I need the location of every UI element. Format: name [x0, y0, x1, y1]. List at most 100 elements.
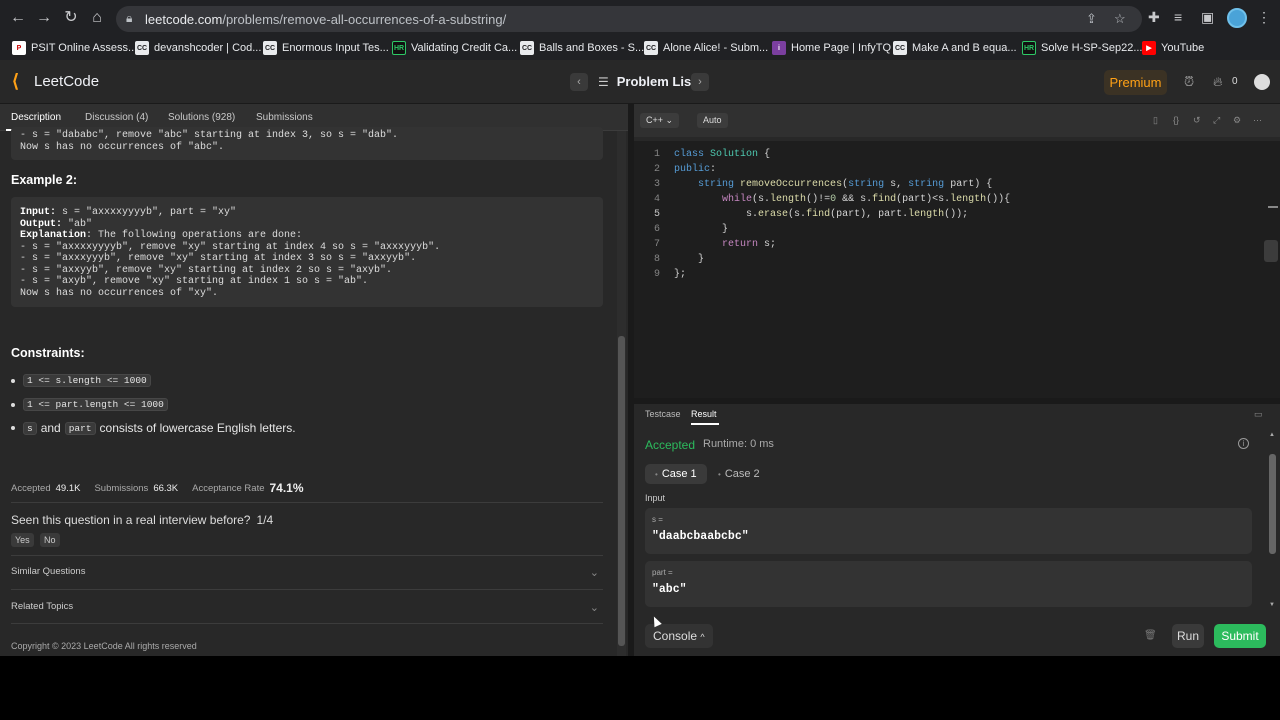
autocomplete-mode[interactable]: Auto [697, 113, 728, 128]
yes-button[interactable]: Yes [11, 533, 34, 547]
result-status: Accepted [645, 438, 696, 452]
tab-submissions[interactable]: Submissions [256, 112, 313, 123]
case-1-tab[interactable]: • Case 1 [645, 464, 707, 484]
tab-testcase[interactable]: Testcase [645, 409, 681, 419]
user-avatar[interactable] [1254, 74, 1270, 90]
fullscreen-icon[interactable]: ⤢ [1213, 115, 1220, 126]
description-scrollbar[interactable] [617, 131, 626, 656]
star-icon[interactable]: ☆ [1114, 11, 1126, 27]
extensions-icon[interactable]: ✚ [1148, 9, 1160, 26]
streak-fire-icon[interactable]: 🔥︎ [1213, 74, 1223, 90]
lock-icon: 🔒︎ [126, 11, 133, 25]
tab-description[interactable]: Description [11, 112, 61, 123]
alarm-clock-icon[interactable]: ⏰︎ [1184, 74, 1194, 90]
similar-questions-accordion[interactable]: Similar Questions ⌄ [11, 566, 603, 582]
bookmark-item[interactable]: CC Enormous Input Tes... [263, 39, 389, 57]
code-line: 7 return s; [653, 239, 777, 250]
screen: ← → ↻ ⌂ 🔒︎ leetcode.com/problems/remove-… [0, 0, 1280, 720]
bookmark-item[interactable]: ▶ YouTube [1142, 39, 1204, 57]
kebab-menu-icon[interactable]: ⋮ [1257, 9, 1271, 26]
divider [11, 555, 603, 556]
problem-list-button[interactable]: ☰ Problem List [598, 74, 696, 89]
bullet [11, 378, 15, 383]
code-line: 2 public: [653, 164, 717, 175]
bookmark-item[interactable]: CC Alone Alice! - Subm... [644, 39, 768, 57]
yt-favicon-icon: ▶ [1142, 41, 1156, 55]
trash-icon[interactable]: 🗑︎ [1144, 630, 1157, 641]
run-button[interactable]: Run [1172, 624, 1204, 648]
scrollbar-thumb[interactable] [618, 336, 625, 646]
explanation-value: : The following operations are done: [86, 230, 303, 241]
cc-favicon-icon: CC [893, 41, 907, 55]
tab-discussion[interactable]: Discussion (4) [85, 112, 148, 123]
chevron-down-icon: ⌄ [589, 567, 599, 579]
language-select[interactable]: C++ ⌄ [640, 113, 680, 128]
constraint-item: 1 <= part.length <= 1000 [11, 398, 168, 411]
settings-icon[interactable]: ⚙ [1233, 115, 1241, 126]
submissions-count: 66.3K [153, 482, 179, 494]
prev-problem-button[interactable]: ‹ [570, 73, 588, 91]
cc-favicon-icon: CC [644, 41, 658, 55]
input-var-part: part = "abc" [645, 561, 1252, 607]
code-line: 8 } [653, 254, 705, 265]
scrollbar-thumb[interactable] [1269, 454, 1276, 554]
more-icon[interactable]: ⋯ [1253, 115, 1262, 126]
description-panel: Description Discussion (4) Solutions (92… [0, 104, 628, 656]
editor-side-handle[interactable] [1264, 240, 1278, 262]
address-bar[interactable]: 🔒︎ leetcode.com/problems/remove-all-occu… [116, 6, 1142, 32]
bookmark-label: Make A and B equa... [912, 42, 1017, 54]
forward-arrow-icon[interactable]: → [34, 8, 54, 28]
code-editor[interactable]: 1 class Solution { 2 public: 3 string remo… [634, 141, 1280, 398]
browser-nav-row: ← → ↻ ⌂ 🔒︎ leetcode.com/problems/remove-… [0, 0, 1280, 37]
scroll-up-icon[interactable]: ▲ [1269, 432, 1275, 438]
related-topics-accordion[interactable]: Related Topics ⌄ [11, 601, 603, 617]
tab-result[interactable]: Result [691, 409, 717, 419]
next-problem-button[interactable]: › [691, 73, 709, 91]
bookmark-icon[interactable]: ▯ [1153, 115, 1158, 126]
back-arrow-icon[interactable]: ← [8, 8, 28, 28]
example2-block: Input: s = "axxxxyyyyb", part = "xy" Outp… [11, 197, 603, 307]
braces-icon[interactable]: {} [1173, 115, 1179, 125]
profile-avatar[interactable] [1227, 8, 1247, 28]
example1-output-block: - s = "dababc", remove "abc" starting at… [11, 127, 603, 160]
share-icon[interactable]: ⇪ [1086, 11, 1097, 27]
tab-solutions[interactable]: Solutions (928) [168, 112, 235, 123]
console-panel: Testcase Result ▭ Accepted Runtime: 0 ms… [634, 404, 1280, 656]
console-scrollbar[interactable]: ▲ ▼ [1267, 428, 1278, 613]
bookmark-label: Validating Credit Ca... [411, 42, 518, 54]
hr-favicon-icon: HR [1022, 41, 1036, 55]
side-panel-icon[interactable]: ▣ [1201, 9, 1214, 26]
bookmark-item[interactable]: CC Balls and Boxes - S... [520, 39, 644, 57]
editor-toolbar: C++ ⌄ Auto ▯ {} ↺ ⤢ ⚙ ⋯ [634, 104, 1280, 137]
reset-icon[interactable]: ↺ [1193, 115, 1201, 126]
bookmark-item[interactable]: CC Make A and B equa... [893, 39, 1017, 57]
case-2-tab[interactable]: • Case 2 [708, 464, 770, 484]
bookmark-item[interactable]: P PSIT Online Assess... [12, 39, 137, 57]
explanation-step: - s = "axyb", remove "xy" starting at in… [20, 276, 369, 287]
submit-button[interactable]: Submit [1214, 624, 1266, 648]
info-icon[interactable]: i [1238, 438, 1249, 449]
bookmark-label: Enormous Input Tes... [282, 42, 389, 54]
chevron-up-icon: ^ [700, 632, 705, 642]
bookmark-item[interactable]: i Home Page | InfyTQ [772, 39, 891, 57]
console-button[interactable]: Console ^ [645, 624, 713, 648]
reading-list-icon[interactable]: ≡ [1174, 9, 1182, 25]
collapse-icon[interactable]: ▭ [1254, 409, 1263, 420]
no-button[interactable]: No [40, 533, 60, 547]
constraint-item: s and part consists of lowercase English… [11, 421, 296, 435]
premium-button[interactable]: Premium [1104, 70, 1167, 95]
reload-icon[interactable]: ↻ [61, 8, 81, 28]
leetcode-logo[interactable]: ⟨ LeetCode [12, 72, 99, 90]
home-icon[interactable]: ⌂ [87, 8, 107, 28]
bookmark-label: Solve H-SP-Sep22... [1041, 42, 1143, 54]
hr-favicon-icon: HR [392, 41, 406, 55]
bookmark-item[interactable]: HR Validating Credit Ca... [392, 39, 517, 57]
input-value: s = "axxxxyyyyb", part = "xy" [56, 207, 237, 218]
code-line: 4 while(s.length()!=0 && s.find(part)<s.… [653, 194, 1011, 205]
bookmark-item[interactable]: CC devanshcoder | Cod... [135, 39, 261, 57]
scroll-down-icon[interactable]: ▼ [1269, 602, 1275, 608]
bookmark-item[interactable]: HR Solve H-SP-Sep22... [1022, 39, 1143, 57]
url-text: leetcode.com/problems/remove-all-occurre… [145, 12, 507, 27]
editor-panel: C++ ⌄ Auto ▯ {} ↺ ⤢ ⚙ ⋯ 1 class Solution … [634, 104, 1280, 398]
constraint-item: 1 <= s.length <= 1000 [11, 374, 151, 387]
